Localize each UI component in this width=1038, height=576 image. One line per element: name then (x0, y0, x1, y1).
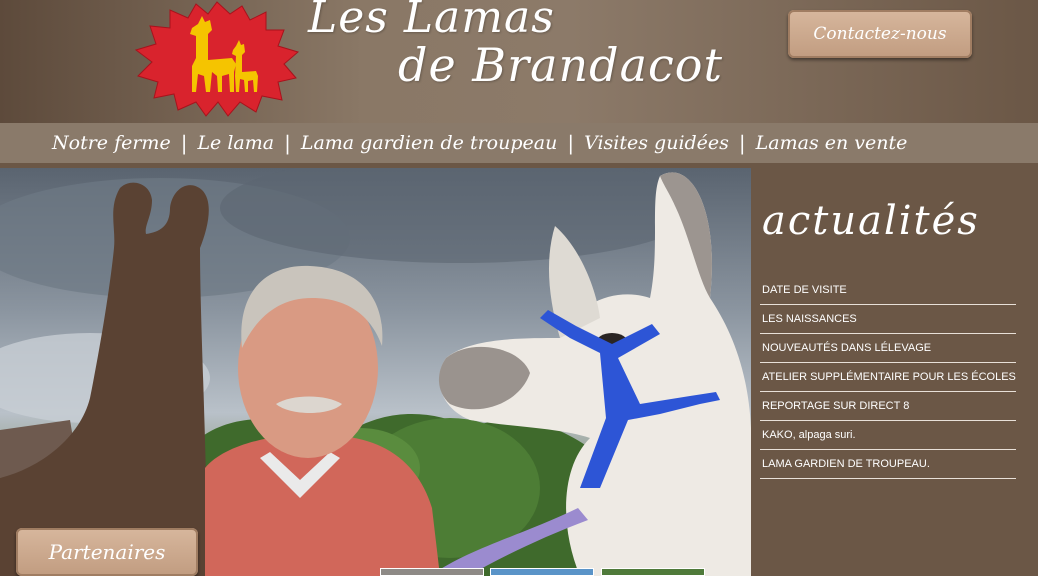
site-title-line1: Les Lamas (308, 0, 555, 43)
news-item-label[interactable]: REPORTAGE SUR DIRECT 8 (762, 400, 909, 412)
nav-item-notre-ferme[interactable]: Notre ferme (52, 132, 171, 154)
nav-items: Notre ferme | Le lama | Lama gardien de … (52, 123, 907, 163)
news-item-nouveautes[interactable]: NOUVEAUTÉS DANS LÉLEVAGE (760, 334, 1016, 363)
news-item-date-de-visite[interactable]: DATE DE VISITE (760, 276, 1016, 305)
news-title: actualités (762, 198, 980, 244)
news-item-label[interactable]: DATE DE VISITE (762, 284, 847, 296)
gallery-thumbnail[interactable] (490, 568, 594, 576)
nav-item-lama-gardien[interactable]: Lama gardien de troupeau (301, 132, 557, 154)
news-item-label[interactable]: ATELIER SUPPLÉMENTAIRE POUR LES ÉCOLES P… (762, 371, 1016, 383)
news-item-les-naissances[interactable]: LES NAISSANCES (760, 305, 1016, 334)
hero-photo (0, 168, 751, 576)
nav-separator: | (738, 131, 746, 155)
nav-separator: | (180, 131, 188, 155)
site-title-line2: de Brandacot (398, 38, 723, 92)
news-list: DATE DE VISITE LES NAISSANCES NOUVEAUTÉS… (760, 276, 1016, 479)
news-item-label[interactable]: LAMA GARDIEN DE TROUPEAU. (762, 458, 930, 470)
news-item-label[interactable]: NOUVEAUTÉS DANS LÉLEVAGE (762, 342, 931, 354)
logo[interactable] (132, 0, 302, 118)
contact-button[interactable]: Contactez-nous (788, 10, 972, 58)
news-item-atelier[interactable]: ATELIER SUPPLÉMENTAIRE POUR LES ÉCOLES P… (760, 363, 1016, 392)
logo-leaf-shape (134, 1, 300, 117)
nav-item-visites-guidees[interactable]: Visites guidées (584, 132, 729, 154)
partners-button[interactable]: Partenaires (16, 528, 198, 576)
news-item-label[interactable]: LES NAISSANCES (762, 313, 857, 325)
nav-separator: | (567, 131, 575, 155)
news-item-kako[interactable]: KAKO, alpaga suri. (760, 421, 1016, 450)
gallery-thumbnail[interactable] (380, 568, 484, 576)
gallery-thumbnail[interactable] (601, 568, 705, 576)
nav-separator: | (284, 131, 291, 155)
nav-item-le-lama[interactable]: Le lama (197, 132, 274, 154)
nav-item-lamas-en-vente[interactable]: Lamas en vente (756, 132, 908, 154)
header: Les Lamas de Brandacot Contactez-nous (0, 0, 1038, 123)
news-item-lama-gardien[interactable]: LAMA GARDIEN DE TROUPEAU. (760, 450, 1016, 479)
page: Les Lamas de Brandacot Contactez-nous No… (0, 0, 1038, 576)
news-item-label[interactable]: KAKO, alpaga suri. (762, 429, 856, 441)
main-nav: Notre ferme | Le lama | Lama gardien de … (0, 123, 1038, 163)
news-item-reportage[interactable]: REPORTAGE SUR DIRECT 8 (760, 392, 1016, 421)
